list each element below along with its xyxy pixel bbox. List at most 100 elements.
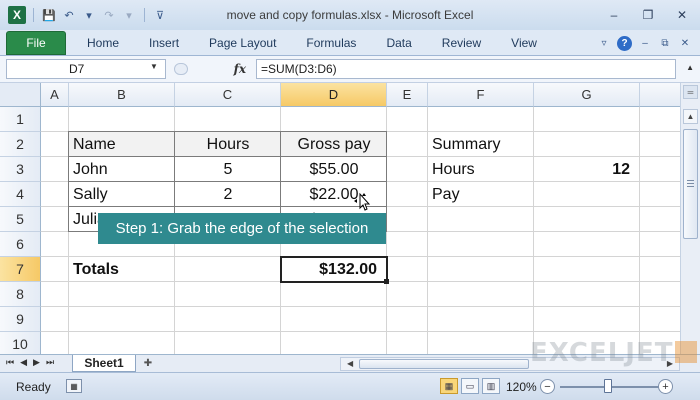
help-icon[interactable]: ?: [617, 36, 632, 51]
formula-bar-resize-handle[interactable]: [174, 63, 188, 75]
tab-review[interactable]: Review: [427, 31, 496, 55]
gridline: [41, 306, 680, 307]
insert-function-icon[interactable]: fx: [234, 62, 246, 76]
last-sheet-icon[interactable]: ⏭: [46, 357, 54, 368]
name-box[interactable]: D7: [6, 59, 166, 79]
exceljet-watermark: EXCELJET: [530, 338, 698, 368]
cell-f3[interactable]: Hours: [428, 157, 534, 182]
cell-b4[interactable]: Sally: [69, 182, 175, 207]
cell-d2[interactable]: Gross pay: [281, 132, 387, 157]
scroll-grip: [687, 180, 694, 181]
table-border: [68, 181, 387, 182]
tab-home[interactable]: Home: [72, 31, 134, 55]
tab-insert[interactable]: Insert: [134, 31, 194, 55]
column-header-f[interactable]: F: [428, 83, 534, 107]
column-header-c[interactable]: C: [175, 83, 281, 107]
zoom-out-icon[interactable]: −: [540, 379, 555, 394]
status-ready: Ready: [16, 380, 51, 394]
insert-sheet-icon[interactable]: ✚: [140, 357, 156, 370]
row-header-3[interactable]: 3: [0, 157, 41, 182]
row-header-2[interactable]: 2: [0, 132, 41, 157]
row-header-10[interactable]: 10: [0, 332, 41, 354]
cell-d3[interactable]: $55.00: [281, 157, 387, 182]
tutorial-callout: Step 1: Grab the edge of the selection: [98, 213, 386, 244]
column-header-a[interactable]: A: [41, 83, 69, 107]
row-header-9[interactable]: 9: [0, 307, 41, 332]
zoom-in-icon[interactable]: +: [658, 379, 673, 394]
column-header-g[interactable]: G: [534, 83, 640, 107]
select-all-corner[interactable]: [0, 83, 41, 107]
workbook-close-icon[interactable]: ✕: [678, 37, 692, 51]
collapse-ribbon-icon[interactable]: ▿: [597, 37, 611, 51]
expand-formula-bar-icon[interactable]: ▲: [686, 63, 694, 72]
scroll-left-icon[interactable]: ◀: [347, 359, 353, 368]
row-header-5[interactable]: 5: [0, 207, 41, 232]
undo-icon[interactable]: ↶: [61, 7, 77, 23]
cell-f4[interactable]: Pay: [428, 182, 534, 207]
column-header-e[interactable]: E: [387, 83, 428, 107]
page-layout-view-icon[interactable]: ▭: [461, 378, 479, 394]
cell-c3[interactable]: 5: [175, 157, 281, 182]
row-header-6[interactable]: 6: [0, 232, 41, 257]
fill-handle[interactable]: [384, 279, 389, 284]
restore-icon[interactable]: ❐: [640, 8, 656, 22]
split-handle-icon[interactable]: ═: [683, 85, 698, 99]
zoom-level[interactable]: 120%: [506, 380, 537, 394]
normal-view-icon[interactable]: ▦: [440, 378, 458, 394]
tab-page-layout[interactable]: Page Layout: [194, 31, 291, 55]
workbook-minimize-icon[interactable]: –: [638, 37, 652, 51]
cell-b3[interactable]: John: [69, 157, 175, 182]
qat-separator: [144, 8, 145, 22]
row-header-7[interactable]: 7: [0, 257, 41, 282]
formula-input[interactable]: =SUM(D3:D6): [256, 59, 676, 79]
name-box-dropdown-icon[interactable]: ▼: [150, 62, 158, 71]
row-header-4[interactable]: 4: [0, 182, 41, 207]
view-buttons: ▦ ▭ ▥: [440, 378, 500, 394]
column-header-b[interactable]: B: [69, 83, 175, 107]
zoom-slider-thumb[interactable]: [604, 379, 612, 393]
column-header-d[interactable]: D: [281, 83, 387, 107]
cell-g3[interactable]: 12: [534, 157, 640, 182]
tab-view[interactable]: View: [496, 31, 552, 55]
minimize-icon[interactable]: –: [606, 8, 622, 22]
vertical-scrollbar[interactable]: ═ ▲: [680, 83, 700, 354]
workbook-restore-icon[interactable]: ⧉: [658, 37, 672, 51]
tab-data[interactable]: Data: [371, 31, 426, 55]
formula-bar: D7 ▼ fx =SUM(D3:D6) ▲: [0, 56, 700, 83]
save-icon[interactable]: 💾: [41, 7, 57, 23]
redo-dropdown-icon[interactable]: ▾: [121, 7, 137, 23]
quick-access-toolbar: X 💾 ↶ ▾ ↷ ▾ ⊽: [0, 6, 168, 24]
customize-qat-icon[interactable]: ⊽: [152, 7, 168, 23]
cell-f2[interactable]: Summary: [428, 132, 534, 157]
page-break-view-icon[interactable]: ▥: [482, 378, 500, 394]
row-header-8[interactable]: 8: [0, 282, 41, 307]
cell-c2[interactable]: Hours: [175, 132, 281, 157]
name-box-value: D7: [69, 62, 85, 76]
prev-sheet-icon[interactable]: ◀: [20, 357, 27, 368]
vertical-scroll-thumb[interactable]: [683, 129, 698, 239]
horizontal-scroll-thumb[interactable]: [359, 359, 529, 369]
macro-record-icon[interactable]: ▦: [66, 379, 82, 393]
first-sheet-icon[interactable]: ⏮: [6, 357, 14, 368]
sheet-tab-sheet1[interactable]: Sheet1: [72, 355, 136, 372]
gridline: [41, 331, 680, 332]
cell-b2[interactable]: Name: [69, 132, 175, 157]
next-sheet-icon[interactable]: ▶: [33, 357, 40, 368]
cell-b7[interactable]: Totals: [69, 257, 175, 282]
tab-formulas[interactable]: Formulas: [291, 31, 371, 55]
column-header-h[interactable]: [640, 83, 680, 107]
row-header-1[interactable]: 1: [0, 107, 41, 132]
undo-dropdown-icon[interactable]: ▾: [81, 7, 97, 23]
ribbon-tabs: File Home Insert Page Layout Formulas Da…: [0, 30, 700, 56]
active-cell-selection[interactable]: [280, 256, 388, 283]
table-border: [68, 131, 69, 232]
scroll-up-icon[interactable]: ▲: [683, 109, 698, 124]
redo-icon[interactable]: ↷: [101, 7, 117, 23]
excel-icon[interactable]: X: [8, 6, 26, 24]
sheet-nav: ⏮ ◀ ▶ ⏭: [6, 357, 54, 368]
cell-c4[interactable]: 2: [175, 182, 281, 207]
scroll-grip: [687, 186, 694, 187]
scroll-grip: [687, 183, 694, 184]
close-icon[interactable]: ✕: [674, 8, 690, 22]
file-tab[interactable]: File: [6, 31, 66, 55]
